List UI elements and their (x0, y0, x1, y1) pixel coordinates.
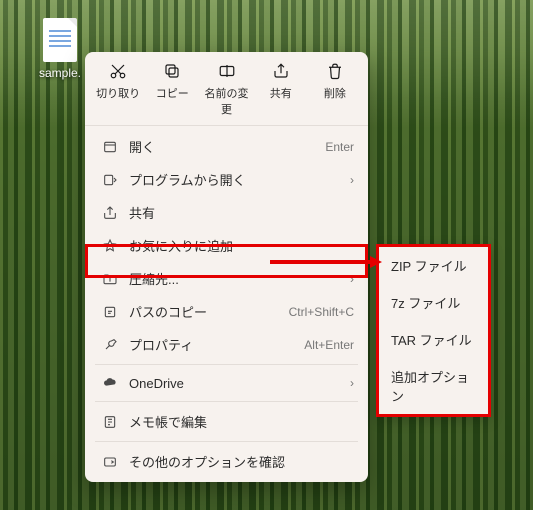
menu-item-share[interactable]: 共有 (85, 196, 368, 229)
menu-item-more[interactable]: その他のオプションを確認 (85, 445, 368, 478)
rename-icon (199, 62, 253, 82)
menu-label: 圧縮先... (129, 269, 342, 288)
submenu-item-zip[interactable]: ZIP ファイル (379, 247, 488, 284)
chevron-right-icon: › (342, 173, 354, 187)
separator (95, 401, 358, 402)
notepad-icon (99, 414, 121, 430)
share-toolbar-button[interactable]: 共有 (254, 60, 308, 119)
open-icon (99, 139, 121, 155)
context-menu: 切り取り コピー 名前の変更 共有 削除 (85, 52, 368, 482)
separator (95, 364, 358, 365)
open-with-icon (99, 172, 121, 188)
menu-label: 開く (129, 137, 325, 156)
menu-item-favorites[interactable]: お気に入りに追加 (85, 229, 368, 262)
cut-button[interactable]: 切り取り (91, 60, 145, 119)
menu-item-properties[interactable]: プロパティ Alt+Enter (85, 328, 368, 361)
menu-label: お気に入りに追加 (129, 236, 354, 255)
rename-button[interactable]: 名前の変更 (199, 60, 253, 119)
menu-item-copy-path[interactable]: パスのコピー Ctrl+Shift+C (85, 295, 368, 328)
scissors-icon (91, 62, 145, 82)
menu-item-compress[interactable]: 圧縮先... › (85, 262, 368, 295)
rename-label: 名前の変更 (205, 88, 249, 116)
trash-icon (308, 62, 362, 82)
menu-item-notepad[interactable]: メモ帳で編集 (85, 405, 368, 438)
delete-label: 削除 (324, 88, 346, 100)
wrench-icon (99, 337, 121, 353)
archive-icon (99, 271, 121, 287)
chevron-right-icon: › (342, 376, 354, 390)
menu-item-open-with[interactable]: プログラムから開く › (85, 163, 368, 196)
onedrive-icon (99, 375, 121, 391)
context-menu-list: 開く Enter プログラムから開く › 共有 お気に入りに追加 (85, 126, 368, 482)
share-toolbar-label: 共有 (270, 88, 292, 100)
file-label: sample. (30, 66, 90, 80)
menu-label: OneDrive (129, 376, 342, 391)
star-icon (99, 238, 121, 254)
menu-accel: Ctrl+Shift+C (289, 305, 354, 319)
copy-button[interactable]: コピー (145, 60, 199, 119)
menu-item-onedrive[interactable]: OneDrive › (85, 368, 368, 398)
copy-label: コピー (156, 88, 189, 100)
share-icon (254, 62, 308, 82)
more-icon (99, 454, 121, 470)
text-file-icon (43, 18, 77, 62)
menu-label: 共有 (129, 203, 354, 222)
cut-label: 切り取り (96, 88, 140, 100)
menu-label: プログラムから開く (129, 170, 342, 189)
submenu-item-7z[interactable]: 7z ファイル (379, 284, 488, 321)
copy-icon (145, 62, 199, 82)
copy-path-icon (99, 304, 121, 320)
share-item-icon (99, 205, 121, 221)
delete-button[interactable]: 削除 (308, 60, 362, 119)
menu-item-open[interactable]: 開く Enter (85, 130, 368, 163)
menu-label: プロパティ (129, 335, 304, 354)
submenu-item-additional[interactable]: 追加オプション (379, 358, 488, 414)
menu-label: パスのコピー (129, 302, 289, 321)
menu-accel: Alt+Enter (304, 338, 354, 352)
chevron-right-icon: › (342, 272, 354, 286)
separator (95, 441, 358, 442)
submenu-item-tar[interactable]: TAR ファイル (379, 321, 488, 358)
desktop-file[interactable]: sample. (30, 18, 90, 80)
menu-label: メモ帳で編集 (129, 412, 354, 431)
context-menu-toolbar: 切り取り コピー 名前の変更 共有 削除 (85, 52, 368, 126)
compress-submenu: ZIP ファイル 7z ファイル TAR ファイル 追加オプション (376, 244, 491, 417)
menu-label: その他のオプションを確認 (129, 452, 354, 471)
menu-accel: Enter (325, 140, 354, 154)
